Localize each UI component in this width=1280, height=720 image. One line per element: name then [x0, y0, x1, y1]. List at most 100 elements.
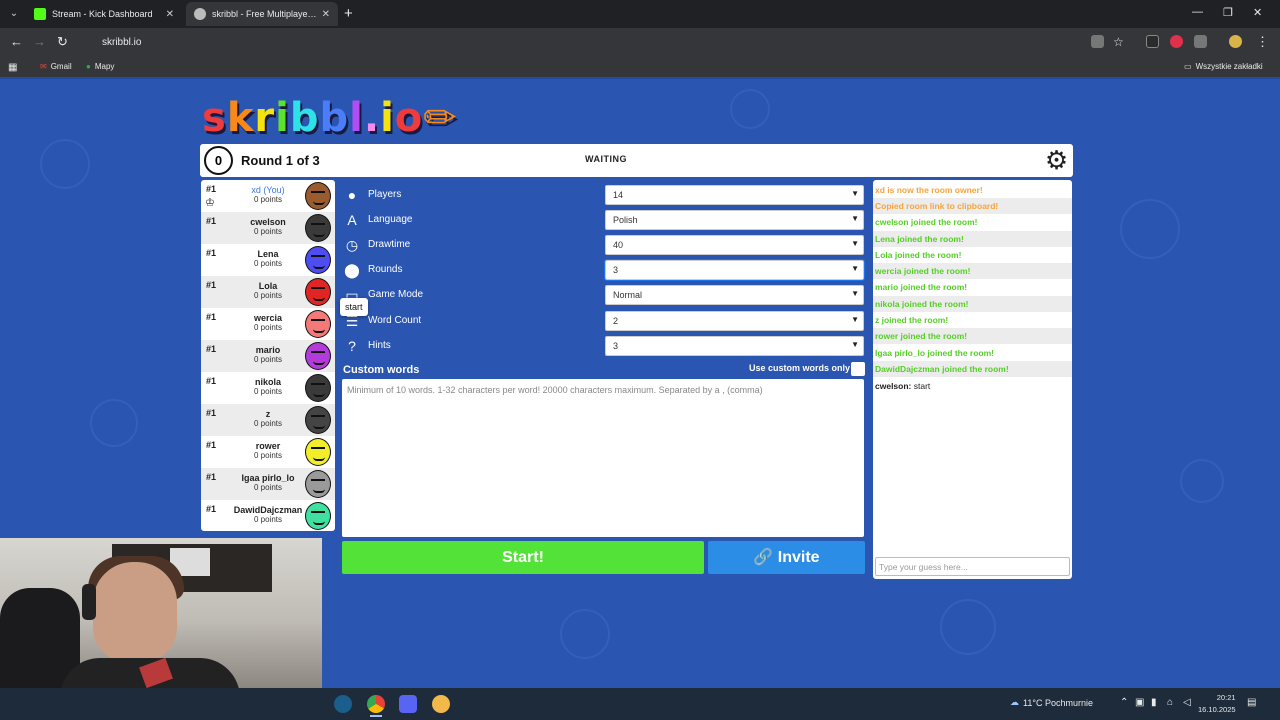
close-tab-icon[interactable]: ✕ — [166, 9, 174, 20]
gmail-icon: ✉ — [40, 62, 47, 71]
player-avatar — [305, 502, 331, 530]
hints-select[interactable]: 3 ▼ — [605, 336, 864, 356]
drawtime-select[interactable]: 40 ▼ — [605, 235, 864, 255]
browser-menu-icon[interactable]: ⋮ — [1256, 34, 1269, 50]
player-name: cwelson — [250, 217, 286, 227]
close-tab-icon[interactable]: ✕ — [322, 9, 330, 20]
guess-input[interactable]: Type your guess here... — [875, 557, 1070, 576]
players-list: #1 ♔ xd (You) 0 points #1 cwelson 0 poin… — [201, 180, 335, 531]
all-bookmarks[interactable]: ▭ Wszystkie zakładki — [1184, 62, 1263, 71]
new-tab-icon[interactable]: + — [344, 5, 353, 22]
game-mode-select[interactable]: Normal ▼ — [605, 285, 864, 305]
bookmarks-bar: ▦ ✉ Gmail ● Mapy ▭ Wszystkie zakładki — [0, 56, 1280, 78]
player-points: 0 points — [253, 259, 283, 268]
tab-skribbl[interactable]: skribbl - Free Multiplayer Drawi ✕ — [186, 2, 338, 26]
extensions-puzzle-icon[interactable] — [1194, 35, 1207, 48]
chevron-up-icon[interactable]: ⌃ — [1120, 697, 1128, 708]
chevron-down-icon: ▼ — [851, 315, 859, 324]
player-points: 0 points — [253, 387, 283, 396]
player-points: 0 points — [253, 227, 283, 236]
chat-message: wercia joined the room! — [873, 263, 1072, 279]
chrome-icon[interactable] — [367, 695, 385, 713]
player-name: Igaa pirlo_lo — [241, 473, 295, 483]
language-select[interactable]: Polish ▼ — [605, 210, 864, 230]
select-value: 2 — [613, 316, 619, 326]
volume-icon[interactable]: ◁ — [1183, 697, 1191, 708]
player-row[interactable]: #1 mario 0 points — [201, 340, 335, 372]
start-button[interactable]: Start! — [342, 541, 704, 574]
word-count-select[interactable]: 2 ▼ — [605, 311, 864, 331]
rounds-select[interactable]: 3 ▼ — [604, 259, 865, 281]
player-row[interactable]: #1 wercia 0 points — [201, 308, 335, 340]
active-app-indicator — [370, 715, 382, 717]
player-row[interactable]: #1 DawidDajczman 0 points — [201, 500, 335, 532]
background-doodle — [1120, 199, 1180, 259]
url-field[interactable]: skribbl.io — [82, 32, 1142, 52]
reload-icon[interactable]: ↻ — [57, 34, 68, 50]
player-avatar — [305, 214, 331, 242]
player-row[interactable]: #1 Lola 0 points — [201, 276, 335, 308]
apps-grid-icon[interactable]: ▦ — [8, 62, 17, 73]
chat-message: xd is now the room owner! — [875, 185, 983, 195]
address-bar-row: ← → ↻ skribbl.io ☆ ⋮ — [0, 28, 1280, 56]
extension-icon[interactable] — [1146, 35, 1159, 48]
player-rank: #1 — [206, 184, 217, 194]
bookmark-gmail[interactable]: ✉ Gmail — [40, 62, 72, 71]
hints-icon: ? — [348, 338, 356, 354]
profile-avatar-icon[interactable] — [1229, 35, 1242, 48]
tab-kick-dashboard[interactable]: Stream - Kick Dashboard ✕ — [26, 2, 182, 26]
bookmark-star-icon[interactable]: ☆ — [1113, 35, 1124, 49]
chat-tooltip: start — [340, 298, 368, 316]
windows-taskbar: ☁ 11°C Pochmurnie ⌃ ▣ ▮ ⌂ ◁ 20:21 16.10.… — [322, 688, 1280, 720]
translate-icon[interactable] — [1091, 35, 1104, 48]
kick-favicon-icon — [34, 8, 46, 20]
back-icon[interactable]: ← — [10, 34, 23, 49]
notifications-icon[interactable]: ▤ — [1247, 697, 1256, 708]
player-row[interactable]: #1 cwelson 0 points — [201, 212, 335, 244]
steam-icon[interactable] — [334, 695, 352, 713]
browser-tabstrip: ⌄ Stream - Kick Dashboard ✕ skribbl - Fr… — [0, 0, 1280, 28]
extension-red-icon[interactable] — [1170, 35, 1183, 48]
player-row[interactable]: #1 ♔ xd (You) 0 points — [201, 180, 335, 212]
maximize-icon[interactable]: ❐ — [1223, 6, 1233, 19]
weather-text: 11°C Pochmurnie — [1023, 697, 1093, 708]
custom-words-only-checkbox[interactable] — [851, 362, 865, 376]
select-value: Polish — [613, 215, 638, 225]
tray-app-icon[interactable]: ▣ — [1135, 697, 1144, 708]
background-doodle — [40, 139, 90, 189]
custom-words-textarea[interactable]: Minimum of 10 words. 1-32 characters per… — [342, 379, 864, 537]
guess-placeholder: Type your guess here... — [879, 562, 968, 572]
app-icon[interactable] — [432, 695, 450, 713]
tab-title: skribbl - Free Multiplayer Drawi — [212, 9, 318, 19]
chat-message: DawidDajczman joined the room! — [873, 361, 1072, 377]
microphone-icon[interactable]: ▮ — [1151, 697, 1157, 708]
network-icon[interactable]: ⌂ — [1167, 697, 1173, 708]
player-row[interactable]: #1 rower 0 points — [201, 436, 335, 468]
player-row[interactable]: #1 z 0 points — [201, 404, 335, 436]
player-rank: #1 — [206, 376, 217, 386]
chat-message: Lena joined the room! — [873, 231, 1072, 247]
bookmark-mapy[interactable]: ● Mapy — [86, 62, 114, 71]
chevron-down-icon: ▼ — [851, 214, 859, 223]
player-row[interactable]: #1 nikola 0 points — [201, 372, 335, 404]
chat-message: nikola joined the room! — [873, 296, 1072, 312]
invite-button[interactable]: 🔗 Invite — [708, 541, 865, 574]
players-select[interactable]: 14 ▼ — [605, 185, 864, 205]
settings-gear-icon[interactable]: ⚙ — [1042, 146, 1071, 175]
chevron-down-icon: ▼ — [851, 289, 859, 298]
background-doodle — [1180, 459, 1224, 503]
clock-date: 16.10.2025 — [1198, 705, 1236, 714]
custom-words-placeholder: Minimum of 10 words. 1-32 characters per… — [347, 385, 763, 395]
chat-message: Lola joined the room! — [875, 250, 962, 260]
player-row[interactable]: #1 Igaa pirlo_lo 0 points — [201, 468, 335, 500]
taskbar-clock[interactable]: 20:21 16.10.2025 — [1198, 692, 1236, 716]
player-row[interactable]: #1 Lena 0 points — [201, 244, 335, 276]
folder-icon: ▭ — [1184, 62, 1192, 71]
forward-icon[interactable]: → — [33, 34, 46, 49]
minimize-icon[interactable]: — — [1192, 6, 1203, 18]
game-status: WAITING — [585, 154, 627, 164]
weather-widget[interactable]: ☁ 11°C Pochmurnie — [1010, 697, 1093, 708]
tab-search-icon[interactable]: ⌄ — [6, 6, 22, 22]
discord-icon[interactable] — [399, 695, 417, 713]
close-window-icon[interactable]: ✕ — [1253, 6, 1262, 19]
